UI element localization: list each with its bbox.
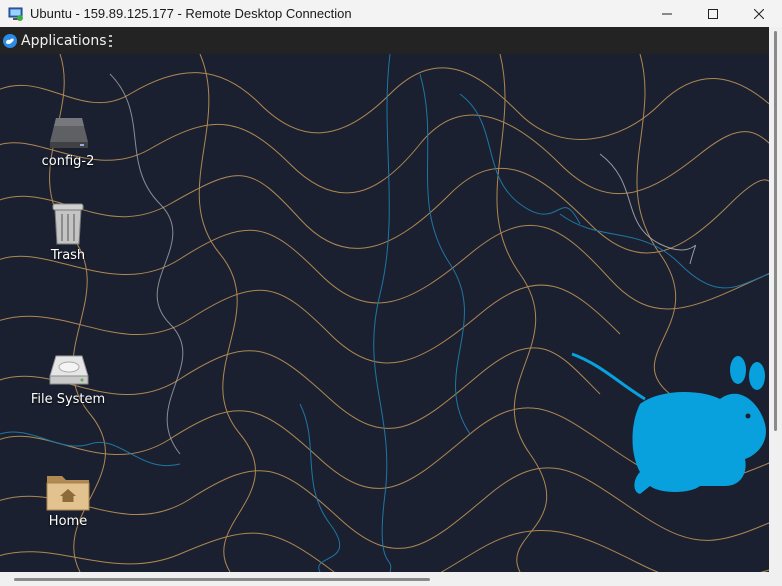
maximize-button[interactable] xyxy=(690,0,736,27)
top-panel: Applications xyxy=(0,27,769,54)
applications-menu-label: Applications xyxy=(21,32,107,49)
window-title: Ubuntu - 159.89.125.177 - Remote Desktop… xyxy=(30,6,352,21)
horizontal-scrollbar-thumb[interactable] xyxy=(14,578,430,581)
close-icon xyxy=(754,8,764,19)
desktop-icon-trash[interactable]: Trash xyxy=(23,202,113,263)
close-button[interactable] xyxy=(736,0,782,27)
maximize-icon xyxy=(708,8,718,19)
minimize-icon xyxy=(662,13,672,14)
desktop-icon-config-2[interactable]: config-2 xyxy=(23,112,113,169)
drive-icon xyxy=(50,118,88,148)
horizontal-scrollbar[interactable] xyxy=(0,572,782,586)
vertical-scrollbar-thumb[interactable] xyxy=(774,31,777,431)
remote-session[interactable]: Applications config-2 Trash File System … xyxy=(0,27,769,572)
desktop-icon-file-system[interactable]: File System xyxy=(23,352,113,407)
home-folder-icon xyxy=(46,476,90,511)
applications-menu-button[interactable]: Applications xyxy=(0,27,116,54)
harddisk-icon xyxy=(49,355,89,385)
window-title-bar: Ubuntu - 159.89.125.177 - Remote Desktop… xyxy=(0,0,782,27)
panel-grip-handle[interactable] xyxy=(108,34,112,47)
desktop-icon-label: config-2 xyxy=(41,154,95,169)
desktop-icon-label: File System xyxy=(30,392,106,407)
minimize-button[interactable] xyxy=(644,0,690,27)
trash-icon xyxy=(52,203,84,245)
desktop-wallpaper xyxy=(0,54,769,572)
desktop-area[interactable]: config-2 Trash File System Home xyxy=(0,54,769,572)
desktop-icon-label: Home xyxy=(48,514,88,529)
desktop-icon-label: Trash xyxy=(50,248,86,263)
vertical-scrollbar[interactable] xyxy=(769,27,782,572)
desktop-icon-home[interactable]: Home xyxy=(23,470,113,529)
remote-desktop-icon xyxy=(8,7,23,21)
xfce-logo-icon xyxy=(3,33,17,48)
